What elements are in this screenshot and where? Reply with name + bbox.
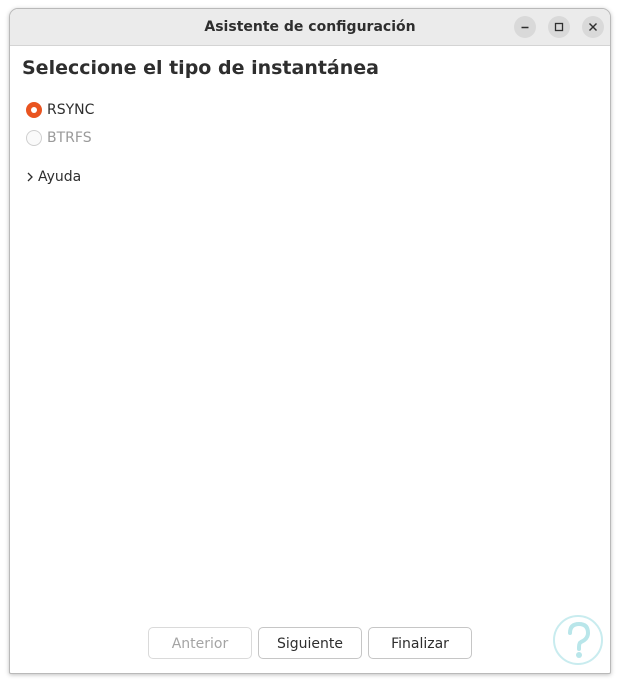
minimize-icon [521, 26, 529, 29]
radio-option-btrfs[interactable]: BTRFS [26, 128, 92, 148]
previous-button[interactable]: Anterior [148, 627, 252, 659]
radio-label-btrfs: BTRFS [47, 130, 92, 146]
chevron-right-icon [27, 172, 33, 182]
radio-button-unchecked[interactable] [26, 130, 42, 146]
minimize-button[interactable] [514, 16, 536, 38]
help-expander[interactable]: Ayuda [26, 167, 81, 187]
maximize-button[interactable] [548, 16, 570, 38]
setup-wizard-window: Asistente de configuración Seleccione el… [9, 8, 611, 674]
next-button[interactable]: Siguiente [258, 627, 362, 659]
help-label: Ayuda [38, 169, 82, 185]
radio-label-rsync: RSYNC [47, 102, 95, 118]
title-bar[interactable]: Asistente de configuración [10, 9, 610, 46]
logo-watermark-icon [553, 615, 603, 665]
finish-button[interactable]: Finalizar [368, 627, 472, 659]
maximize-icon [554, 22, 564, 32]
close-button[interactable] [582, 16, 604, 38]
radio-option-rsync[interactable]: RSYNC [26, 100, 94, 120]
radio-button-checked[interactable] [26, 102, 42, 118]
close-icon [589, 23, 597, 31]
page-heading: Seleccione el tipo de instantánea [22, 57, 379, 79]
